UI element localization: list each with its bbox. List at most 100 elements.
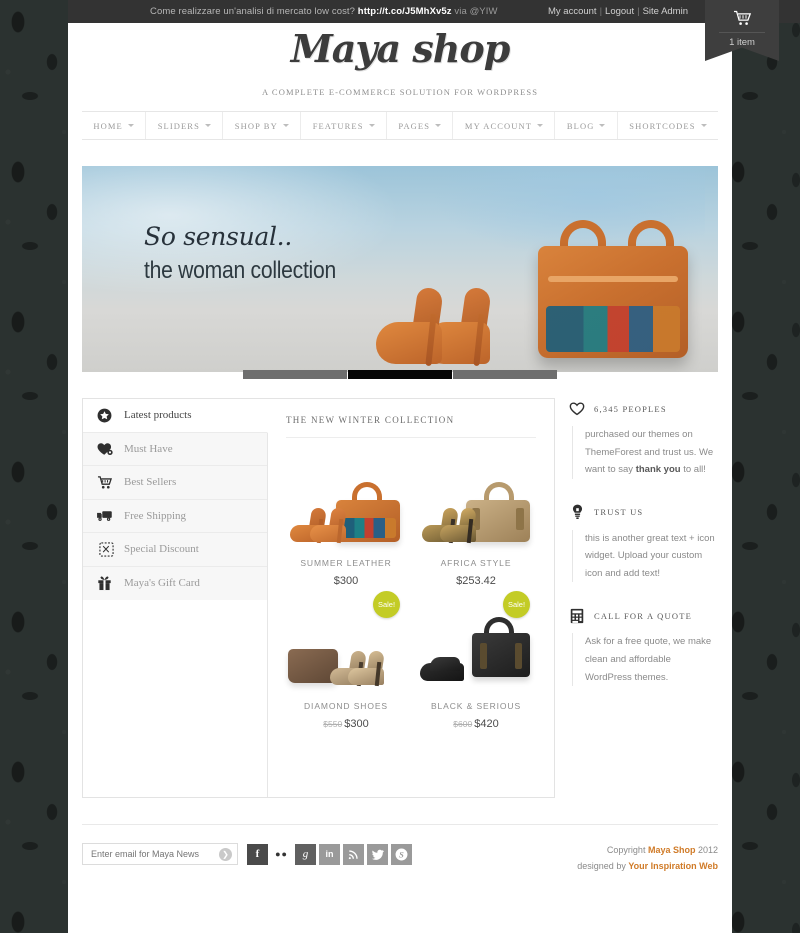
chevron-down-icon [537,124,544,127]
email-input[interactable] [91,849,215,859]
product-panel: THE NEW WINTER COLLECTION SUMMER LEATHER… [268,399,554,797]
top-bar: Come realizzare un'analisi di mercato lo… [68,0,800,23]
sidebar-item-free-shipping[interactable]: Free Shipping [83,499,267,533]
tab-label: Latest products [124,409,192,422]
site-tagline: A COMPLETE E-COMMERCE SOLUTION FOR WORDP… [261,87,539,97]
slider-page-2[interactable] [348,370,452,379]
slide-product-image [368,182,698,372]
product-price: $550 $300 [286,718,406,730]
sidebar-item-latest-products[interactable]: Latest products [83,399,268,433]
nav-item-sliders[interactable]: SLIDERS [146,112,224,139]
nav-item-features[interactable]: FEATURES [301,112,387,139]
copyright-pre: Copyright [606,845,648,855]
sidebar-item-special-discount[interactable]: Special Discount [83,533,267,567]
cart-icon [96,474,113,491]
twitter-feed-text: Come realizzare un'analisi di mercato lo… [150,6,498,17]
widget-body: this is another great text + icon widget… [572,529,718,583]
slider-pagination [243,370,557,379]
arrow-right-icon[interactable]: ❯ [219,847,232,861]
footer-left: ❯ f ●● g in S [82,843,412,865]
nav-label: FEATURES [312,120,364,131]
sidebar-item-must-have[interactable]: Must Have [83,432,267,466]
google-plus-icon[interactable]: g [295,843,316,865]
product-name: SUMMER LEATHER [300,558,392,568]
chevron-down-icon [435,124,442,127]
facebook-icon[interactable]: f [247,843,268,865]
logout-link[interactable]: Logout [605,6,634,17]
product-category-tabs: Latest products Must Have Best Sellers F… [83,399,268,797]
original-price: $550 [323,719,343,729]
widget-title: TRUST US [594,507,644,518]
product-image [286,452,406,548]
mens-shoe-front [430,657,460,671]
widget-header: CALL FOR A QUOTE [569,607,718,624]
sidebar-item-best-sellers[interactable]: Best Sellers [83,466,267,500]
product-image [416,452,536,548]
widget-text-bold: thank you [635,464,681,476]
designed-pre: designed by [577,860,629,871]
nav-label: HOME [93,120,123,131]
site-admin-link[interactable]: Site Admin [643,6,688,17]
shoe-front [348,649,388,687]
copyright-line: Copyright Maya Shop 2012 [577,843,718,859]
copyright-year: 2012 [695,845,718,855]
product-art [416,456,536,548]
account-links: My account | Logout | Site Admin [548,6,688,17]
product-price: $300 [286,575,406,587]
widget-header: TRUST US [569,504,718,521]
nav-item-shop-by[interactable]: SHOP BY [223,112,302,139]
product-card[interactable]: Sale! DIAMOND SHOES $550 $300 [286,591,406,730]
product-card[interactable]: Sale! BLACK & SERIOUS $600 $420 [416,591,536,730]
nav-item-blog[interactable]: BLOG [555,112,618,139]
slider-page-1[interactable] [243,370,347,379]
site-logo[interactable]: Maya shop [68,26,732,71]
designer-brand[interactable]: Your Inspiration Web [628,861,718,871]
current-price: $300 [344,718,369,730]
truck-icon [96,507,113,524]
widget-peoples: 6,345 PEOPLES purchased our themes on Th… [569,400,718,479]
widget-text-1: this is another great text + icon widget… [585,532,715,579]
flickr-icon[interactable]: ●● [271,843,292,865]
gift-icon [96,575,113,592]
bag-handle-icon [484,482,514,502]
nav-label: MY ACCOUNT [464,120,533,131]
widget-header: 6,345 PEOPLES [569,400,718,417]
product-card[interactable]: SUMMER LEATHER $300 [286,452,406,587]
newsletter-field[interactable]: ❯ [82,843,238,865]
nav-label: SHORTCODES [629,120,696,131]
product-art [286,456,406,548]
tab-label: Special Discount [124,543,199,556]
social-links: f ●● g in S [247,843,412,865]
scissors-icon [96,541,114,558]
nav-label: SLIDERS [157,120,200,131]
nav-item-pages[interactable]: PAGES [387,112,454,139]
twitter-icon[interactable] [367,843,388,865]
designed-by-line: designed by Your Inspiration Web [577,859,718,875]
original-price: $600 [453,719,473,729]
rss-icon[interactable] [343,843,364,865]
linkedin-icon[interactable]: in [319,843,340,865]
skype-icon[interactable]: S [391,843,412,865]
bag-strap [515,643,522,669]
product-price: $253.42 [416,575,536,587]
copyright-brand[interactable]: Maya Shop [648,845,696,855]
nav-item-my-account[interactable]: MY ACCOUNT [453,112,556,139]
my-account-link[interactable]: My account [548,6,597,17]
product-card[interactable]: AFRICA STYLE $253.42 [416,452,536,587]
heart-icon [96,440,113,457]
nav-item-shortcodes[interactable]: SHORTCODES [618,112,718,139]
nav-item-home[interactable]: HOME [82,112,147,139]
product-price: $600 $420 [416,718,536,730]
hero-slider[interactable]: So sensual.. the woman collection [82,166,718,372]
heart-icon [569,400,585,417]
sale-badge: Sale! [503,591,530,618]
widget-title: CALL FOR A QUOTE [594,610,692,621]
sale-badge: Sale! [373,591,400,618]
tweet-link[interactable]: http://t.co/J5MhXv5z [358,6,452,17]
hero-handbag [538,246,688,358]
slider-page-3[interactable] [453,370,557,379]
star-badge-icon [96,407,113,424]
sidebar-item-maya-gift-card[interactable]: Maya's Gift Card [83,566,267,600]
tweet-via: via @YIW [451,6,498,17]
shopping-cart-icon [705,7,779,29]
